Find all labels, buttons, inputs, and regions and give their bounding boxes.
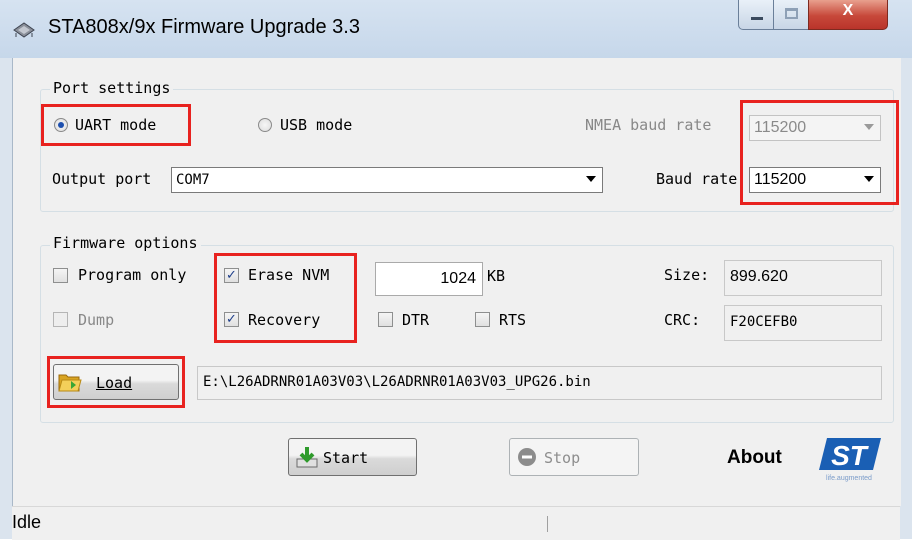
output-port-value: COM7: [176, 172, 210, 188]
crc-label: CRC:: [664, 311, 701, 329]
minimize-icon: [751, 17, 763, 20]
maximize-button[interactable]: [773, 0, 809, 30]
close-icon: X: [842, 2, 854, 19]
load-button-highlight: [47, 356, 185, 408]
usb-mode-radio[interactable]: [258, 118, 272, 132]
dump-checkbox: [53, 312, 68, 327]
stop-icon: [518, 448, 536, 466]
chevron-down-icon: [586, 176, 596, 182]
size-value: 899.620: [730, 268, 788, 285]
maximize-icon: [785, 8, 798, 19]
file-path-value: E:\L26ADRNR01A03V03\L26ADRNR01A03V03_UPG…: [203, 374, 591, 390]
dump-label: Dump: [78, 311, 115, 329]
baud-rate-label: Baud rate: [656, 170, 738, 188]
program-only-label[interactable]: Program only: [78, 266, 186, 284]
baud-rate-highlight: [740, 100, 899, 205]
start-button-label: Start: [323, 449, 369, 467]
window-title: STA808x/9x Firmware Upgrade 3.3: [48, 16, 360, 38]
close-button[interactable]: X: [808, 0, 888, 30]
nvm-size-unit: KB: [487, 267, 506, 285]
dtr-label[interactable]: DTR: [402, 311, 429, 329]
st-logo[interactable]: ST life.augmented: [813, 434, 885, 482]
uart-mode-highlight: [41, 104, 191, 146]
nvm-size-input[interactable]: 1024: [375, 262, 483, 296]
rts-label[interactable]: RTS: [499, 311, 526, 329]
nmea-baud-rate-label: NMEA baud rate: [585, 116, 712, 134]
nvm-size-value: 1024: [440, 270, 476, 287]
rts-checkbox[interactable]: [475, 312, 490, 327]
minimize-button[interactable]: [738, 0, 774, 30]
port-settings-title: Port settings: [50, 79, 174, 97]
crc-field: F20CEFB0: [724, 305, 882, 341]
output-port-label: Output port: [52, 170, 152, 188]
status-bar: [12, 506, 900, 540]
program-only-checkbox[interactable]: [53, 268, 68, 283]
stop-button-label: Stop: [544, 449, 581, 467]
start-button[interactable]: Start: [288, 438, 417, 476]
usb-mode-label[interactable]: USB mode: [280, 116, 352, 134]
dtr-checkbox[interactable]: [378, 312, 393, 327]
status-text: Idle: [12, 512, 42, 532]
firmware-file-path: E:\L26ADRNR01A03V03\L26ADRNR01A03V03_UPG…: [197, 366, 882, 400]
about-link[interactable]: About: [727, 447, 782, 469]
chip-app-icon: [13, 22, 35, 38]
status-bar-divider: [547, 516, 548, 532]
crc-value: F20CEFB0: [730, 314, 798, 330]
size-label: Size:: [664, 266, 710, 284]
erase-recovery-highlight: [214, 253, 357, 343]
svg-text:life.augmented: life.augmented: [826, 475, 872, 482]
svg-text:ST: ST: [831, 440, 870, 471]
stop-button: Stop: [509, 438, 639, 476]
title-bar[interactable]: STA808x/9x Firmware Upgrade 3.3 X: [0, 0, 912, 58]
download-arrow-icon: [296, 447, 318, 468]
firmware-options-title: Firmware options: [50, 234, 201, 252]
application-window: STA808x/9x Firmware Upgrade 3.3 X Port s…: [0, 0, 912, 540]
output-port-select[interactable]: COM7: [171, 167, 603, 193]
size-field: 899.620: [724, 260, 882, 296]
